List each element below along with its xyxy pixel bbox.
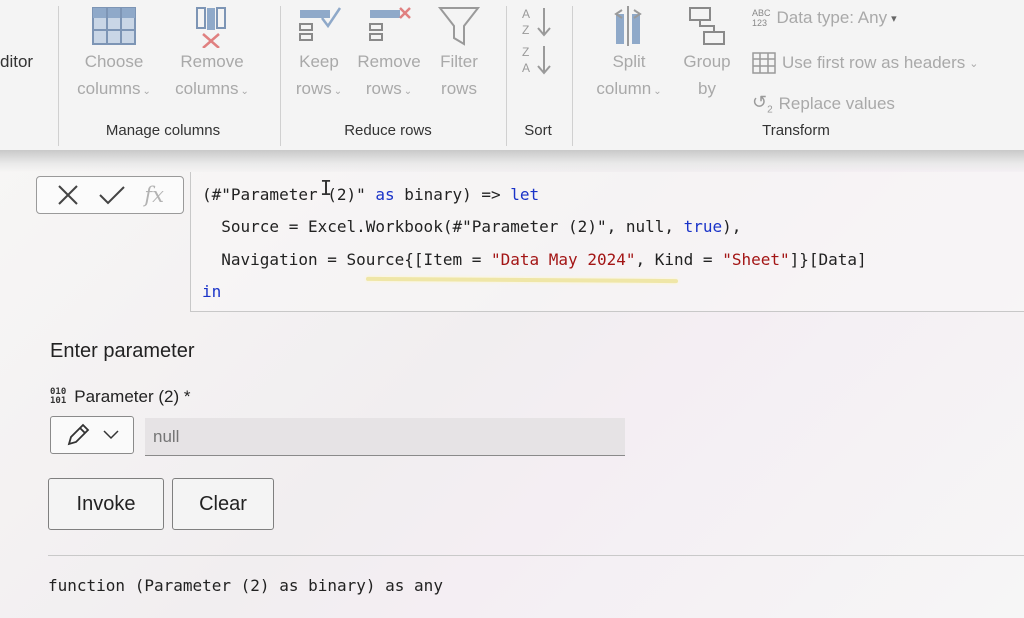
- choose-columns-label: Choose: [84, 52, 144, 71]
- ribbon-shadow: [0, 150, 1024, 172]
- chevron-down-icon: ▾: [891, 12, 897, 25]
- remove-columns-label-2: columns: [175, 79, 239, 98]
- split-column-label: Split: [612, 52, 646, 71]
- use-first-row-headers-button[interactable]: Use first row as headers ⌄: [752, 52, 979, 74]
- code-line-3: Navigation = Source{[Item = "Data May 20…: [202, 250, 867, 269]
- split-column-label-2: column: [596, 79, 652, 98]
- divider: [48, 555, 1024, 556]
- window-title-fragment: ditor: [0, 52, 34, 71]
- manage-columns-group-label: Manage columns: [105, 122, 221, 139]
- sort-ascending-icon: A Z: [522, 7, 551, 37]
- choose-columns-button[interactable]: Choose columns ⌄: [66, 4, 162, 105]
- replace-values-icon: ↺2: [752, 92, 773, 116]
- keep-rows-label: Keep: [299, 52, 339, 71]
- replace-values-button[interactable]: ↺2 Replace values: [752, 92, 895, 116]
- chevron-down-icon: ⌄: [142, 86, 151, 97]
- sort-descending-button[interactable]: Z A: [518, 42, 558, 78]
- clear-button[interactable]: Clear: [172, 478, 274, 530]
- ribbon: ditor Choose columns ⌄ Remove columns ⌄ Ma…: [0, 0, 1024, 150]
- sort-descending-icon: Z A: [522, 45, 551, 75]
- chevron-down-icon: ⌄: [240, 86, 249, 97]
- parameter-label: Parameter (2) *: [74, 387, 191, 406]
- invoke-button[interactable]: Invoke: [48, 478, 164, 530]
- transform-group-label: Transform: [762, 122, 830, 139]
- pencil-icon: [67, 423, 90, 446]
- split-column-icon: [614, 6, 642, 46]
- group-separator: [280, 6, 281, 146]
- table-headers-icon: [752, 52, 776, 74]
- text-cursor-icon: I: [320, 176, 333, 200]
- parameter-edit-dropdown[interactable]: [50, 416, 134, 454]
- data-type-dropdown[interactable]: ABC 123 Data type: Any ▾: [752, 8, 897, 28]
- chevron-down-icon: ⌄: [333, 86, 343, 97]
- code-line-1: (#"Parameter (2)" as binary) => let: [202, 185, 540, 204]
- group-separator: [58, 6, 59, 146]
- keep-rows-label-2: rows: [295, 79, 332, 98]
- chevron-down-icon: ⌄: [969, 57, 979, 70]
- binary-icon: 010 101: [50, 387, 67, 406]
- parameter-label-row: 010 101 Parameter (2) *: [50, 387, 190, 407]
- fx-icon[interactable]: fx: [144, 183, 164, 207]
- chevron-down-icon: [103, 430, 119, 440]
- chevron-down-icon: ⌄: [403, 86, 413, 97]
- parameter-input[interactable]: [145, 418, 625, 456]
- enter-parameter-title: Enter parameter: [50, 340, 195, 362]
- remove-rows-button[interactable]: Remove rows ⌄: [352, 4, 426, 105]
- group-by-label: Group: [683, 52, 731, 71]
- remove-columns-icon: [196, 7, 226, 48]
- remove-rows-label: Remove: [357, 52, 421, 71]
- svg-text:Z: Z: [522, 45, 529, 59]
- close-icon[interactable]: [56, 183, 80, 207]
- use-first-row-headers-label: Use first row as headers: [782, 53, 966, 72]
- sort-ascending-button[interactable]: A Z: [518, 4, 558, 40]
- remove-columns-label: Remove: [180, 52, 244, 71]
- choose-columns-icon: [92, 7, 136, 45]
- group-by-button[interactable]: Group by: [676, 4, 738, 102]
- group-by-icon: [689, 7, 725, 45]
- chevron-down-icon: ⌄: [653, 86, 662, 97]
- filter-rows-button[interactable]: Filter rows: [430, 4, 488, 102]
- filter-rows-label-2: rows: [441, 79, 477, 98]
- svg-text:A: A: [522, 61, 530, 75]
- data-type-label: Data type: Any: [776, 8, 888, 27]
- sort-group-label: Sort: [524, 122, 552, 139]
- split-column-button[interactable]: Split column ⌄: [584, 4, 674, 105]
- check-icon[interactable]: [98, 183, 126, 207]
- choose-columns-label-2: columns: [77, 79, 141, 98]
- filter-rows-label: Filter: [440, 52, 478, 71]
- group-by-label-2: by: [698, 79, 716, 98]
- filter-icon: [437, 7, 481, 46]
- abc-123-icon: ABC 123: [752, 8, 771, 28]
- group-separator: [506, 6, 507, 146]
- keep-rows-icon: [299, 7, 342, 41]
- group-separator: [572, 6, 573, 146]
- remove-rows-icon: [369, 7, 411, 41]
- formula-bar-controls: fx: [36, 176, 184, 214]
- function-signature: function (Parameter (2) as binary) as an…: [48, 576, 443, 595]
- svg-text:A: A: [522, 7, 530, 21]
- keep-rows-button[interactable]: Keep rows ⌄: [288, 4, 350, 105]
- remove-rows-label-2: rows: [365, 79, 402, 98]
- replace-values-label: Replace values: [778, 93, 895, 113]
- svg-text:Z: Z: [522, 23, 529, 37]
- code-line-4: in: [202, 282, 222, 301]
- code-line-2: Source = Excel.Workbook(#"Parameter (2)"…: [202, 217, 742, 236]
- reduce-rows-group-label: Reduce rows: [344, 122, 432, 139]
- remove-columns-button[interactable]: Remove columns ⌄: [164, 4, 260, 105]
